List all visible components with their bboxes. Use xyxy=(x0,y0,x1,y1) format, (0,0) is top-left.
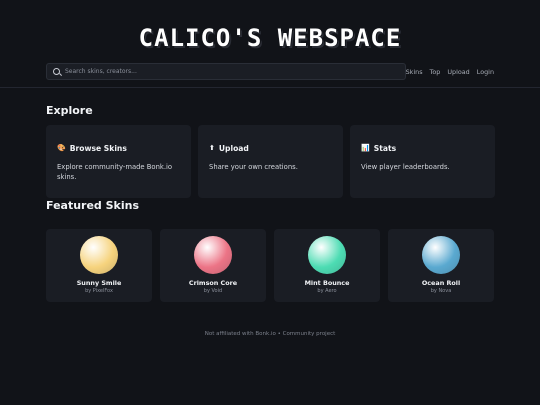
explore-card-title: Stats xyxy=(373,144,397,153)
top-bar: Skins Top Upload Login xyxy=(46,63,494,80)
skin-name: Sunny Smile xyxy=(76,279,122,287)
palette-icon: 🎨 xyxy=(57,144,66,152)
explore-card-upload[interactable]: ⬆ Upload Share your own creations. xyxy=(198,125,343,198)
skin-name: Ocean Roll xyxy=(421,279,461,287)
bar-chart-icon: 📊 xyxy=(361,144,370,152)
search-box[interactable] xyxy=(46,63,406,80)
search-icon xyxy=(53,68,60,75)
skin-name: Crimson Core xyxy=(188,279,238,287)
explore-card-description: Share your own creations. xyxy=(209,163,298,171)
nav-link-top[interactable]: Top xyxy=(430,68,441,76)
upload-arrow-icon: ⬆ xyxy=(209,144,215,152)
explore-card-browse-skins[interactable]: 🎨 Browse Skins Explore community-made Bo… xyxy=(46,125,191,198)
skin-ball-preview xyxy=(194,236,232,274)
featured-heading: Featured Skins xyxy=(46,199,140,212)
skin-creator: by Nova xyxy=(430,288,452,294)
skin-card-sunny-smile[interactable]: Sunny Smile by PixelFox xyxy=(46,229,152,302)
nav-link-skins[interactable]: Skins xyxy=(406,68,423,76)
nav-link-login[interactable]: Login xyxy=(477,68,494,76)
skin-ball-preview xyxy=(422,236,460,274)
site-title: Calico's Webspace xyxy=(138,24,402,52)
skin-creator: by PixelFox xyxy=(85,288,113,294)
search-input[interactable] xyxy=(65,68,345,75)
skin-ball-preview xyxy=(308,236,346,274)
explore-card-description: View player leaderboards. xyxy=(361,163,450,171)
skin-card-ocean-roll[interactable]: Ocean Roll by Nova xyxy=(388,229,494,302)
skin-name: Mint Bounce xyxy=(304,279,350,287)
skin-ball-preview xyxy=(80,236,118,274)
nav-link-upload[interactable]: Upload xyxy=(447,68,469,76)
explore-card-stats[interactable]: 📊 Stats View player leaderboards. xyxy=(350,125,495,198)
explore-card-title: Browse Skins xyxy=(69,144,127,153)
main-nav: Skins Top Upload Login xyxy=(406,68,494,76)
header-divider xyxy=(0,87,540,88)
skin-card-crimson-core[interactable]: Crimson Core by Void xyxy=(160,229,266,302)
explore-card-title: Upload xyxy=(218,144,249,153)
footer-note: Not affiliated with Bonk.io • Community … xyxy=(204,331,336,337)
skin-card-mint-bounce[interactable]: Mint Bounce by Aero xyxy=(274,229,380,302)
explore-card-description: Explore community-made Bonk.io skins. xyxy=(57,163,173,181)
skin-creator: by Void xyxy=(203,288,223,294)
explore-heading: Explore xyxy=(46,104,93,117)
skin-creator: by Aero xyxy=(317,288,337,294)
